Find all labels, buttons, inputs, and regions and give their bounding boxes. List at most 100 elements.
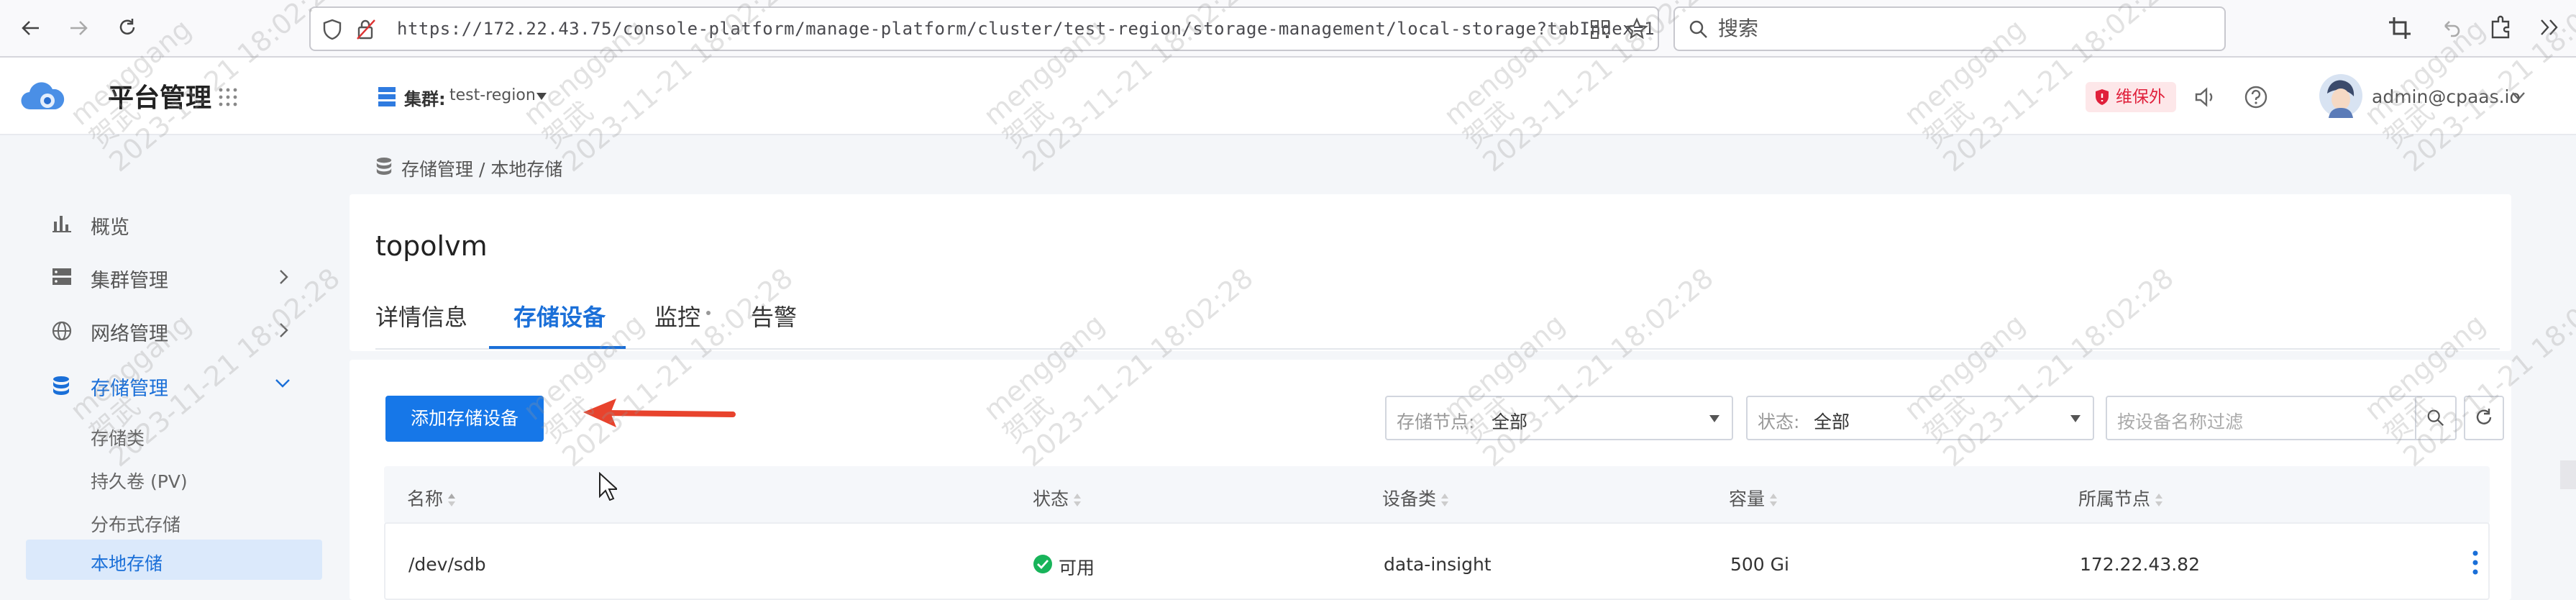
cluster-label: 集群: [404,89,446,109]
bookmark-star-icon[interactable] [1625,17,1648,40]
chevron-down-icon [275,378,291,388]
search-icon [1688,19,1709,40]
storage-node-filter-value: 全部 [1492,412,1528,432]
refresh-icon[interactable] [2464,396,2504,440]
sort-icon[interactable] [2155,493,2163,507]
column-header-label: 容量 [1729,488,1766,509]
column-header-name[interactable]: 名称 [407,485,456,511]
cloud-logo-icon[interactable] [20,78,65,112]
sidebar: 概览 集群管理 网络管理 存储管理 存储类 持久卷 (PV) 分布式存储 本地存… [0,135,338,600]
column-header-device-class[interactable]: 设备类 [1382,485,1449,511]
tab-details[interactable]: 详情信息 [375,299,467,332]
device-name-filter-placeholder: 按设备名称过滤 [2117,412,2244,432]
status-filter-label: 状态: [1758,412,1800,432]
url-text[interactable]: https://172.22.43.75/console-platform/ma… [397,8,1655,50]
sort-icon[interactable] [447,493,456,507]
sidebar-item-label: 网络管理 [91,323,168,345]
device-name-filter-input[interactable]: 按设备名称过滤 [2106,396,2457,440]
status-filter[interactable]: 状态: 全部 [1746,396,2094,440]
avatar[interactable] [2319,73,2363,118]
search-placeholder: 搜索 [1718,17,1759,40]
back-icon[interactable] [16,13,46,43]
sidebar-subitem-label: 本地存储 [91,553,163,574]
sidebar-item-storage-management[interactable]: 存储管理 [0,363,338,406]
browser-search-bar[interactable]: 搜索 [1673,6,2226,51]
help-icon[interactable] [2244,85,2268,109]
reload-icon[interactable] [112,13,142,43]
add-storage-device-button[interactable]: 添加存储设备 [385,396,544,442]
cell-name[interactable]: /dev/sdb [408,554,486,575]
sidebar-item-cluster-management[interactable]: 集群管理 [0,255,338,298]
column-header-capacity[interactable]: 容量 [1729,485,1778,511]
resource-header-card: topolvm 详情信息 存储设备 监控 告警 [350,194,2511,351]
sidebar-subitem-distributed-storage[interactable]: 分布式存储 [26,501,322,541]
sidebar-item-label: 集群管理 [91,270,168,292]
maintenance-badge: 维保外 [2086,82,2176,112]
column-header-label: 所属节点 [2078,488,2151,509]
tab-dot [706,311,711,315]
window-resize-handle[interactable] [2560,460,2576,489]
shield-icon[interactable] [322,19,342,40]
app-grid-icon[interactable] [217,86,239,108]
mouse-cursor-icon [598,472,617,501]
server-icon [52,268,72,286]
sidebar-subitem-storage-class[interactable]: 存储类 [26,414,322,455]
crop-icon[interactable] [2388,16,2412,40]
qr-code-icon[interactable] [1589,19,1611,40]
sidebar-subitem-label: 分布式存储 [91,514,181,535]
user-menu[interactable]: admin@cpaas.io [2372,86,2521,107]
cluster-icon [377,86,397,107]
storage-node-filter-label: 存储节点: [1397,412,1475,432]
browser-toolbar: https://172.22.43.75/console-platform/ma… [0,0,2576,58]
overflow-chevron-icon[interactable] [2537,14,2562,40]
breadcrumb-text[interactable]: 存储管理 / 本地存储 [401,155,562,181]
column-header-label: 设备类 [1382,488,1437,509]
sidebar-item-label: 存储管理 [91,378,168,400]
column-header-node[interactable]: 所属节点 [2078,485,2163,511]
cell-status: 可用 [1059,558,1095,578]
sidebar-item-overview[interactable]: 概览 [0,201,338,245]
sound-icon[interactable] [2193,86,2216,108]
cell-capacity: 500 Gi [1730,554,1789,575]
database-icon [52,376,70,396]
table-row[interactable]: /dev/sdb 可用 data-insight 500 Gi 172.22.4… [384,522,2490,600]
bar-chart-icon [52,214,72,233]
cell-node: 172.22.43.82 [2080,554,2200,575]
cluster-caret-icon[interactable] [536,92,547,101]
cell-device-class: data-insight [1384,554,1492,575]
database-icon [375,157,393,176]
annotation-arrow-icon [579,394,737,432]
url-bar[interactable]: https://172.22.43.75/console-platform/ma… [309,6,1659,51]
chevron-right-icon [279,269,289,285]
active-tab-indicator [489,346,626,349]
column-header-label: 状态 [1033,488,1069,509]
sidebar-subitem-persistent-volume[interactable]: 持久卷 (PV) [26,458,322,498]
sidebar-item-network-management[interactable]: 网络管理 [0,308,338,351]
app-header: 平台管理 集群: test-region 维保外 admin@cpaas.io [0,58,2576,135]
sort-icon[interactable] [1073,493,1082,507]
more-actions-icon[interactable] [2471,550,2480,576]
sidebar-subitem-label: 存储类 [91,428,145,449]
sort-icon[interactable] [1440,493,1449,507]
page-title: topolvm [375,230,488,262]
globe-icon [52,321,72,341]
storage-node-filter[interactable]: 存储节点: 全部 [1385,396,1733,440]
tab-monitoring[interactable]: 监控 [654,299,700,332]
tab-storage-devices[interactable]: 存储设备 [513,299,606,332]
cluster-selector[interactable]: test-region [449,86,536,104]
tab-divider [375,348,2500,350]
forward-icon[interactable] [63,13,93,43]
extensions-icon[interactable] [2488,14,2513,40]
column-header-status[interactable]: 状态 [1033,485,1082,511]
sidebar-subitem-local-storage[interactable]: 本地存储 [26,540,322,580]
chevron-right-icon [279,322,289,338]
check-circle-icon [1033,554,1053,574]
search-icon[interactable] [2415,397,2455,439]
status-filter-value: 全部 [1814,412,1850,432]
insecure-lock-icon[interactable] [355,18,377,41]
sort-icon[interactable] [1769,493,1778,507]
undo-icon[interactable] [2438,16,2462,40]
user-chevron-down-icon[interactable] [2511,91,2526,101]
tab-alerts[interactable]: 告警 [751,299,797,332]
sidebar-item-label: 概览 [91,217,129,239]
